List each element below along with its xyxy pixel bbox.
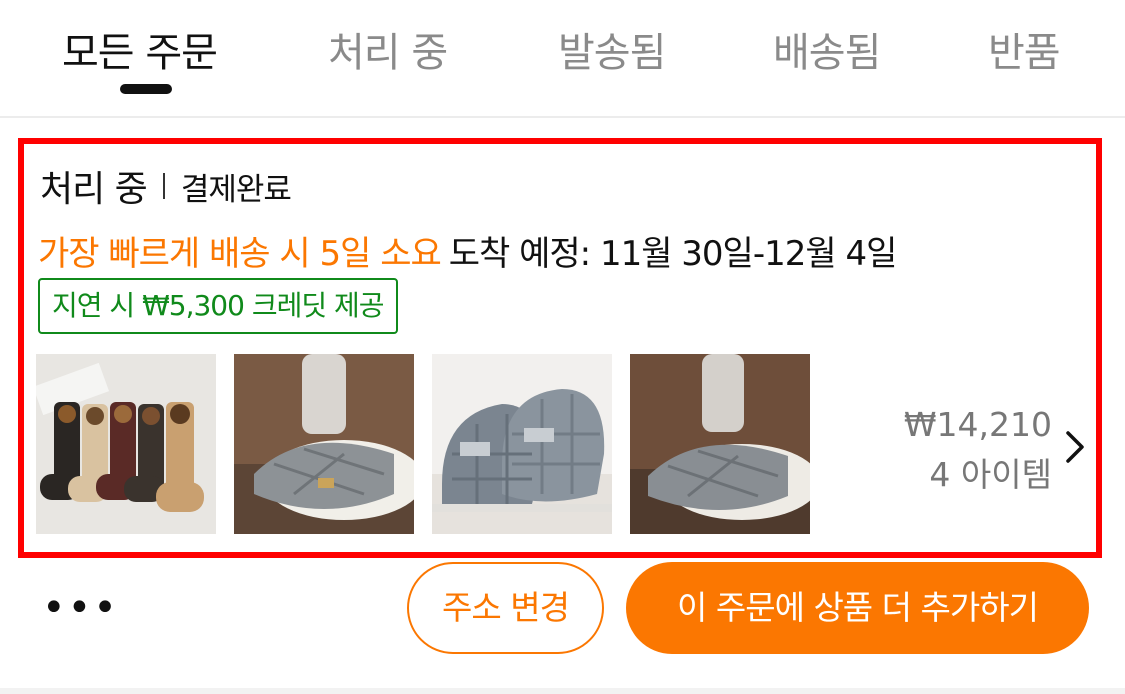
delay-credit-badge: 지연 시 ₩5,300 크레딧 제공 (38, 278, 398, 334)
more-options-icon[interactable]: ••• (42, 588, 119, 628)
order-total: ₩14,210 (903, 405, 1052, 444)
slipper-pair-product-image-svg (432, 354, 612, 534)
section-divider (0, 688, 1125, 694)
order-status-row: 처리 중 결제완료 (40, 160, 292, 212)
payment-status: 결제완료 (180, 171, 292, 208)
socks-product-image[interactable] (36, 354, 216, 534)
chevron-right-icon[interactable] (1062, 427, 1088, 467)
order-status-tabs: 모든 주문 처리 중 발송됨 배송됨 반품 (0, 0, 1125, 118)
eta-text: 도착 예정: 11월 30일-12월 4일 (448, 234, 898, 274)
change-address-button[interactable]: 주소 변경 (407, 562, 604, 654)
order-card[interactable]: 처리 중 결제완료 가장 빠르게 배송 시 5일 소요 도착 예정: 11월 30… (18, 138, 1102, 558)
slipper-worn-product-image-2[interactable] (630, 354, 810, 534)
order-status: 처리 중 (40, 169, 148, 210)
status-divider (162, 173, 165, 199)
tab-all-orders[interactable]: 모든 주문 (62, 20, 218, 78)
socks-product-image-svg (36, 354, 216, 534)
order-summary: ₩14,210 4 아이템 (904, 400, 1052, 500)
slipper-worn-product-image[interactable] (234, 354, 414, 534)
order-item-count: 4 아이템 (929, 455, 1052, 494)
active-tab-indicator (120, 84, 172, 94)
delivery-estimate: 가장 빠르게 배송 시 5일 소요 도착 예정: 11월 30일-12월 4일 (38, 226, 898, 275)
tab-processing[interactable]: 처리 중 (328, 20, 448, 78)
tab-returns[interactable]: 반품 (988, 20, 1061, 78)
tab-delivered[interactable]: 배송됨 (773, 20, 881, 78)
slipper-worn-product-image-2-svg (630, 354, 810, 534)
tab-shipped[interactable]: 발송됨 (558, 20, 666, 78)
fast-delivery-text: 가장 빠르게 배송 시 5일 소요 (38, 234, 442, 274)
add-items-button[interactable]: 이 주문에 상품 더 추가하기 (626, 562, 1089, 654)
slipper-pair-product-image[interactable] (432, 354, 612, 534)
order-actions: ••• 주소 변경 이 주문에 상품 더 추가하기 (0, 560, 1125, 660)
slipper-worn-product-image-svg (234, 354, 414, 534)
